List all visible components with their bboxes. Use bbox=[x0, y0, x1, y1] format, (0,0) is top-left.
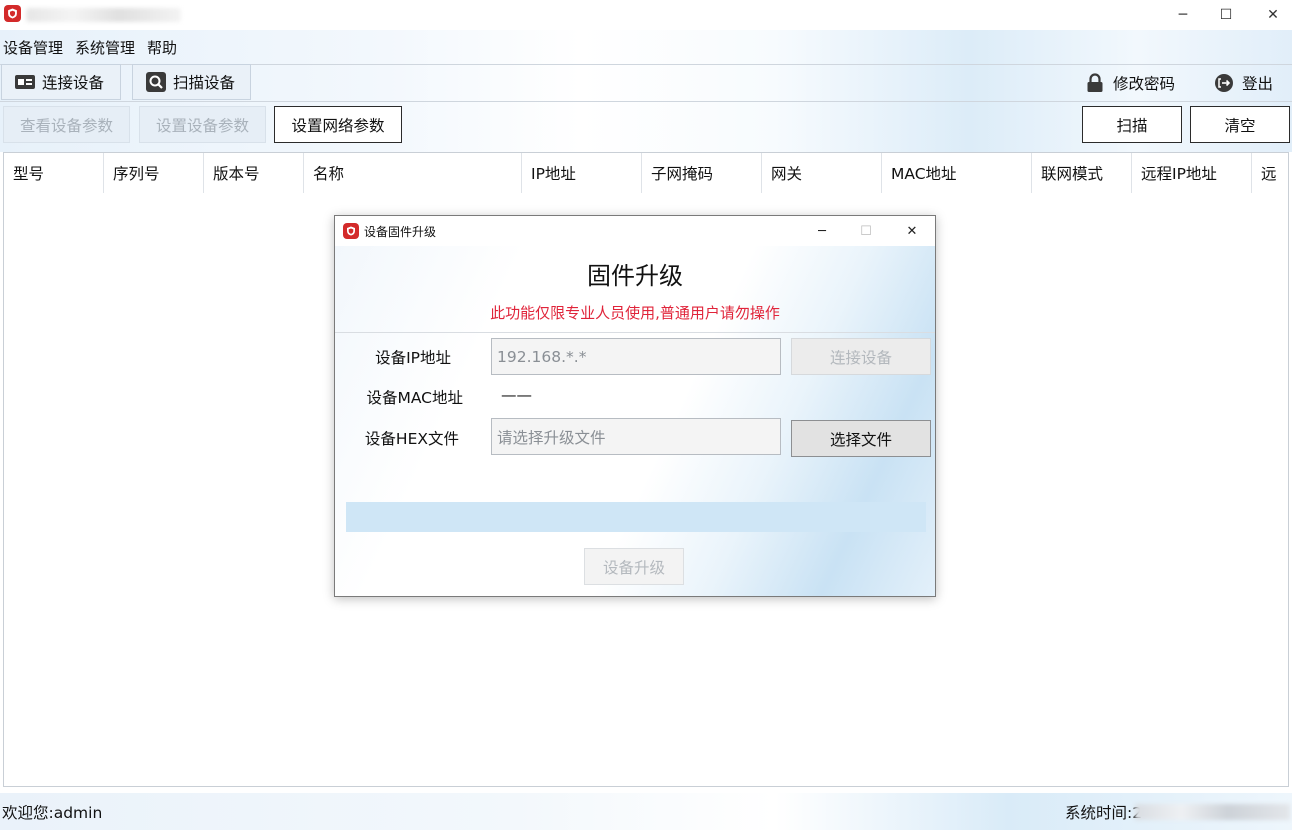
menu-help[interactable]: 帮助 bbox=[147, 37, 177, 58]
dialog-close-button[interactable]: ✕ bbox=[890, 216, 934, 246]
menu-bar: 设备管理 系统管理 帮助 bbox=[0, 30, 1292, 64]
warning-message: 此功能仅限专业人员使用,普通用户请勿操作 bbox=[490, 304, 780, 322]
column-header-model[interactable]: 型号 bbox=[4, 153, 104, 193]
dialog-minimize-button[interactable]: ─ bbox=[800, 216, 844, 246]
dialog-title-bar: 设备固件升级 ─ ☐ ✕ bbox=[335, 216, 935, 246]
ip-input[interactable]: 192.168.*.* bbox=[491, 338, 781, 375]
minimize-button[interactable]: ─ bbox=[1160, 0, 1206, 30]
change-password-button[interactable]: 修改密码 bbox=[1085, 70, 1175, 96]
view-params-button[interactable]: 查看设备参数 bbox=[3, 106, 130, 143]
menu-device-management[interactable]: 设备管理 bbox=[3, 37, 63, 58]
welcome-text: 欢迎您:admin bbox=[2, 804, 103, 822]
dialog-divider bbox=[335, 332, 935, 333]
hex-file-label: 设备HEX文件 bbox=[364, 430, 459, 448]
column-header-version[interactable]: 版本号 bbox=[204, 153, 304, 193]
dialog-heading: 固件升级 bbox=[587, 262, 683, 290]
mac-label: 设备MAC地址 bbox=[366, 389, 463, 407]
set-network-params-button[interactable]: 设置网络参数 bbox=[274, 106, 402, 143]
scan-button[interactable]: 扫描 bbox=[1082, 106, 1182, 143]
menu-system-management[interactable]: 系统管理 bbox=[75, 37, 135, 58]
dialog-maximize-button[interactable]: ☐ bbox=[844, 216, 888, 246]
column-header-name[interactable]: 名称 bbox=[304, 153, 522, 193]
change-password-label: 修改密码 bbox=[1113, 75, 1176, 93]
logout-button[interactable]: 登出 bbox=[1214, 70, 1273, 96]
logout-label: 登出 bbox=[1242, 75, 1274, 93]
dialog-body: 固件升级 此功能仅限专业人员使用,普通用户请勿操作 设备IP地址 192.168… bbox=[335, 246, 935, 596]
logout-icon bbox=[1214, 73, 1234, 93]
set-params-button[interactable]: 设置设备参数 bbox=[139, 106, 266, 143]
system-time-label: 系统时间:2 bbox=[1065, 804, 1143, 822]
app-logo-icon bbox=[4, 5, 21, 22]
scan-device-button[interactable]: 扫描设备 bbox=[132, 64, 251, 100]
dialog-app-icon bbox=[343, 223, 359, 239]
scan-device-label: 扫描设备 bbox=[173, 74, 236, 92]
column-header-ip[interactable]: IP地址 bbox=[522, 153, 642, 193]
clear-button[interactable]: 清空 bbox=[1190, 106, 1290, 143]
column-header-serial[interactable]: 序列号 bbox=[104, 153, 204, 193]
column-header-network-mode[interactable]: 联网模式 bbox=[1032, 153, 1132, 193]
column-header-subnet[interactable]: 子网掩码 bbox=[642, 153, 762, 193]
upgrade-progress-bar bbox=[346, 502, 926, 532]
lock-icon bbox=[1085, 73, 1105, 93]
window-title-redacted bbox=[26, 8, 181, 22]
column-header-mac[interactable]: MAC地址 bbox=[882, 153, 1032, 193]
mac-value: —— bbox=[501, 386, 532, 404]
firmware-upgrade-dialog: 设备固件升级 ─ ☐ ✕ 固件升级 此功能仅限专业人员使用,普通用户请勿操作 设… bbox=[334, 215, 936, 597]
maximize-button[interactable]: ☐ bbox=[1203, 0, 1249, 30]
device-icon bbox=[14, 72, 36, 92]
column-header-remote-ip[interactable]: 远程IP地址 bbox=[1132, 153, 1252, 193]
column-header-remote-truncated[interactable]: 远 bbox=[1252, 153, 1286, 193]
table-header: 型号 序列号 版本号 名称 IP地址 子网掩码 网关 MAC地址 联网模式 远程… bbox=[4, 153, 1288, 193]
toolbar-divider bbox=[0, 101, 1292, 102]
search-icon bbox=[145, 72, 167, 92]
choose-file-button[interactable]: 选择文件 bbox=[791, 420, 931, 457]
device-upgrade-button[interactable]: 设备升级 bbox=[584, 548, 684, 585]
connect-device-label: 连接设备 bbox=[42, 74, 105, 92]
hex-file-input[interactable]: 请选择升级文件 bbox=[491, 418, 781, 455]
close-button[interactable]: ✕ bbox=[1250, 0, 1292, 30]
dialog-title: 设备固件升级 bbox=[364, 225, 437, 239]
ip-label: 设备IP地址 bbox=[375, 349, 451, 367]
system-time-redacted bbox=[1135, 804, 1290, 820]
connect-device-button[interactable]: 连接设备 bbox=[1, 64, 121, 100]
column-header-gateway[interactable]: 网关 bbox=[762, 153, 882, 193]
dialog-connect-device-button[interactable]: 连接设备 bbox=[791, 338, 931, 375]
status-bar: 欢迎您:admin 系统时间:2 bbox=[0, 793, 1292, 830]
title-bar: ─ ☐ ✕ bbox=[0, 0, 1292, 30]
